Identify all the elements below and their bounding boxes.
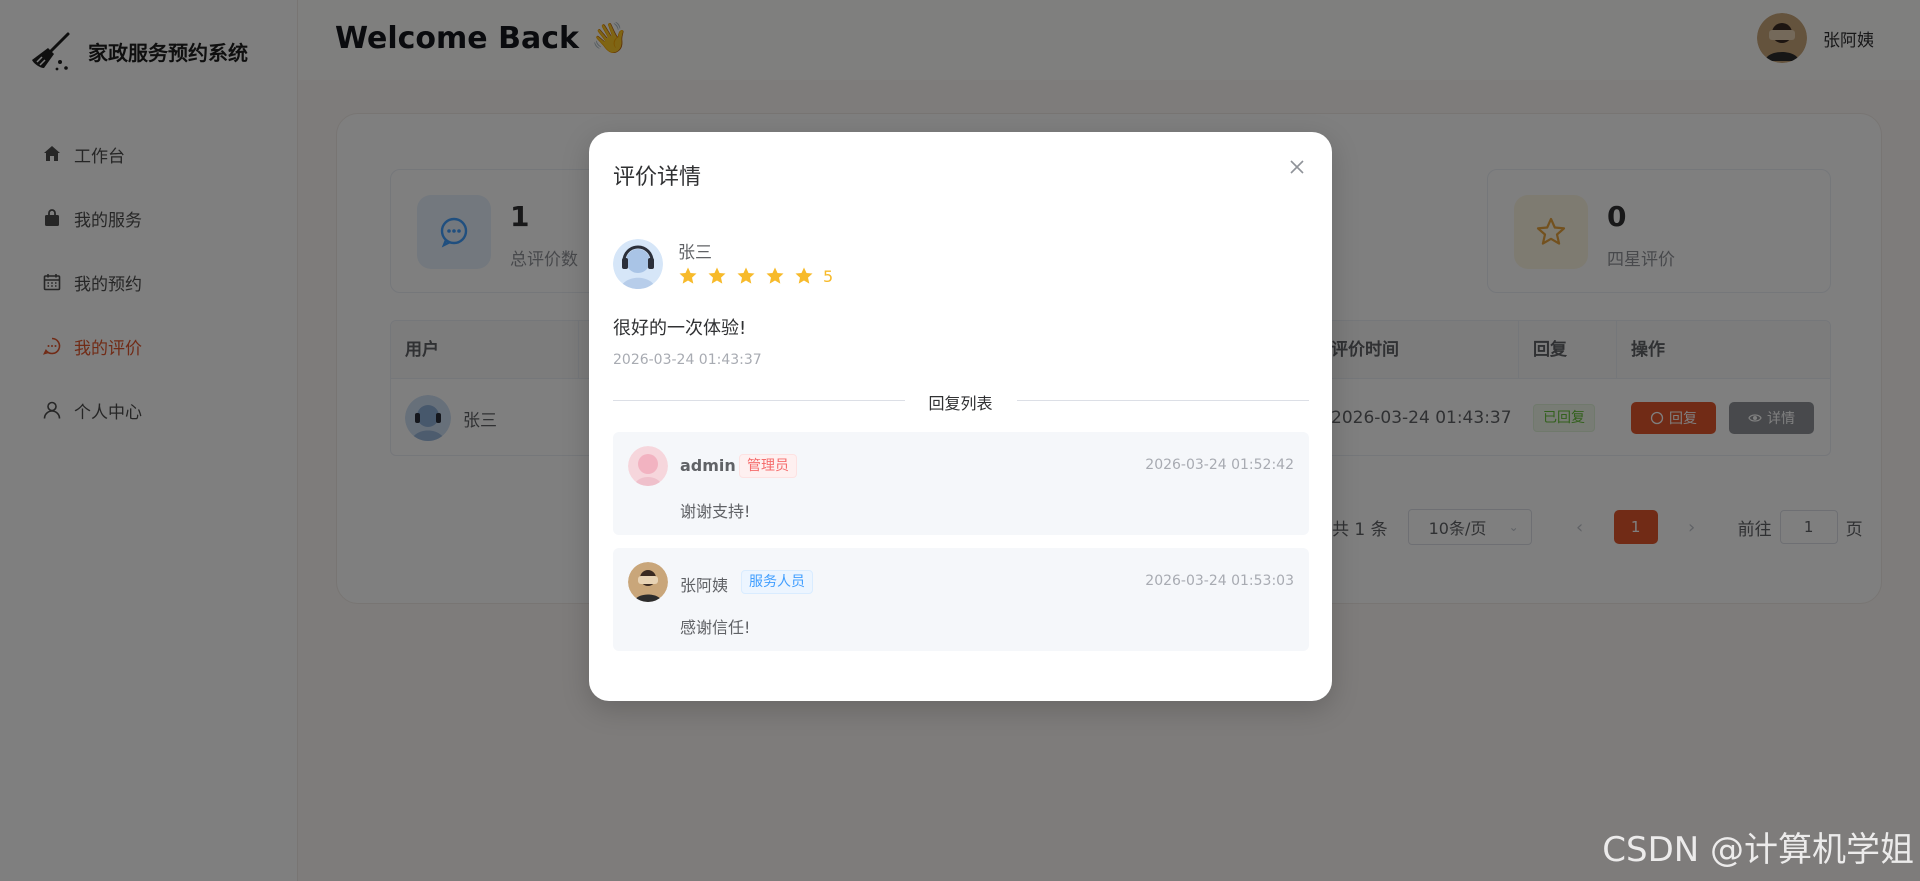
avatar [628,446,668,486]
reply-text: 谢谢支持! [680,502,751,521]
review-content: 很好的一次体验! [613,318,747,339]
star-icon [679,267,697,284]
watermark: CSDN @计算机学姐 [1602,830,1914,870]
review-time: 2026-03-24 01:43:37 [613,352,762,368]
reply-time: 2026-03-24 01:53:03 [1145,573,1294,589]
close-icon[interactable] [1286,156,1308,178]
reply-author: 张阿姨 [680,576,729,595]
rating-score: 5 [823,266,834,286]
star-rating: 5 [678,266,833,286]
reply-list-heading: 回复列表 [904,390,1017,414]
avatar [628,562,668,602]
reply-item: admin 管理员 2026-03-24 01:52:42 谢谢支持! [613,432,1309,535]
reply-author: admin [680,456,736,475]
reply-time: 2026-03-24 01:52:42 [1145,457,1294,473]
review-detail-dialog: 评价详情 张三 5 很好的一次体验! 2026-03-24 01:43:37 回… [589,132,1332,701]
reviewer-name: 张三 [678,243,712,263]
role-badge: 管理员 [739,454,797,478]
reply-item: 张阿姨 服务人员 2026-03-24 01:53:03 感谢信任! [613,548,1309,651]
star-icon [795,267,813,284]
reply-text: 感谢信任! [680,618,751,637]
avatar [613,239,663,289]
star-icon [737,267,755,284]
star-icon [766,267,784,284]
dialog-title: 评价详情 [613,165,702,190]
star-icon [708,267,726,284]
role-badge: 服务人员 [741,570,813,594]
